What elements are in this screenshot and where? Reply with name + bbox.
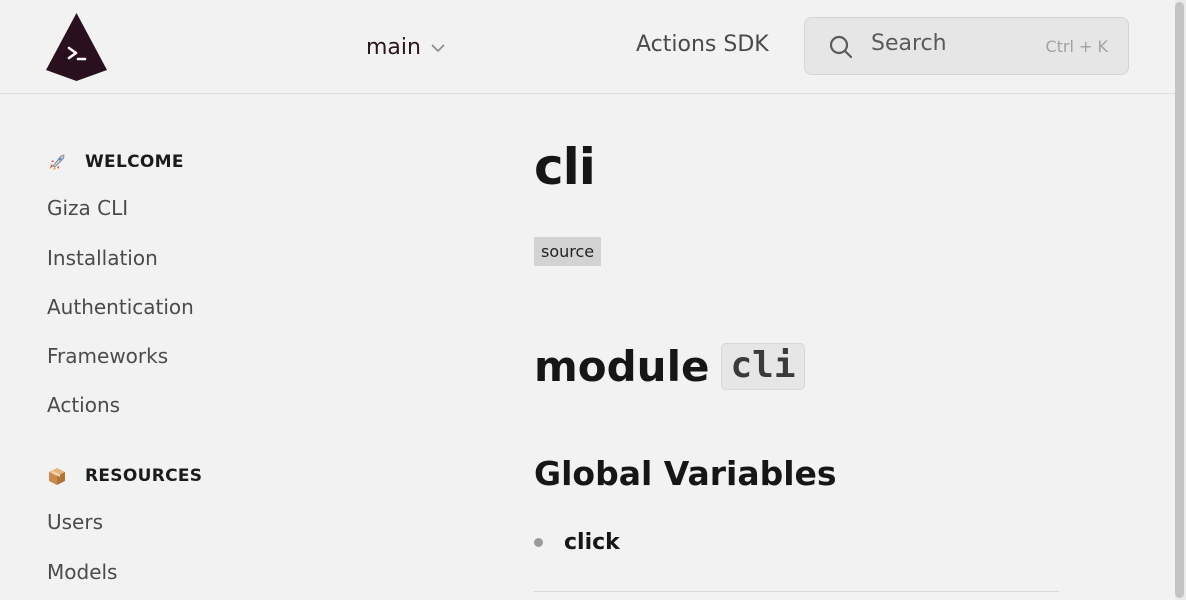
sidebar-item-frameworks[interactable]: Frameworks	[47, 344, 168, 368]
search-label: Search	[871, 31, 947, 56]
version-label: main	[366, 34, 421, 60]
sidebar-item-users[interactable]: Users	[47, 510, 103, 534]
module-heading-text: module	[534, 342, 710, 391]
top-header: main Actions SDK Search Ctrl + K	[0, 0, 1175, 94]
main-content: cli source module cli Global Variables c…	[534, 94, 1094, 600]
sidebar-section-title: WELCOME	[85, 152, 184, 172]
version-selector[interactable]: main	[366, 32, 445, 62]
page-scrollbar[interactable]	[1175, 0, 1186, 600]
list-item: click	[534, 530, 620, 555]
sidebar-item-actions[interactable]: Actions	[47, 393, 120, 417]
docs-page: main Actions SDK Search Ctrl + K WELCOME…	[0, 0, 1186, 600]
bullet-icon	[534, 538, 543, 547]
nav-actions-sdk-link[interactable]: Actions SDK	[636, 32, 769, 57]
sidebar-item-models[interactable]: Models	[47, 560, 117, 584]
module-code: cli	[721, 343, 805, 390]
rocket-icon	[50, 154, 65, 170]
package-icon	[49, 468, 65, 485]
variable-name: click	[564, 530, 620, 555]
sidebar-section-resources: RESOURCES	[47, 466, 202, 486]
sidebar-item-giza-cli[interactable]: Giza CLI	[47, 196, 128, 220]
module-heading: module cli	[534, 342, 805, 391]
sidebar-item-installation[interactable]: Installation	[47, 246, 158, 270]
scrollbar-thumb[interactable]	[1175, 2, 1184, 598]
chevron-down-icon	[431, 44, 445, 53]
search-button[interactable]: Search Ctrl + K	[804, 17, 1129, 75]
page-title: cli	[534, 138, 596, 196]
sidebar-item-authentication[interactable]: Authentication	[47, 295, 194, 319]
source-badge[interactable]: source	[534, 237, 602, 266]
search-shortcut: Ctrl + K	[1045, 37, 1108, 56]
logo-icon[interactable]	[45, 12, 108, 82]
divider	[534, 591, 1059, 592]
sidebar-section-title: RESOURCES	[85, 466, 203, 486]
sidebar: WELCOME Giza CLI Installation Authentica…	[0, 94, 480, 600]
global-variables-heading: Global Variables	[534, 454, 837, 493]
search-icon	[829, 35, 853, 59]
sidebar-section-welcome: WELCOME	[47, 152, 184, 172]
